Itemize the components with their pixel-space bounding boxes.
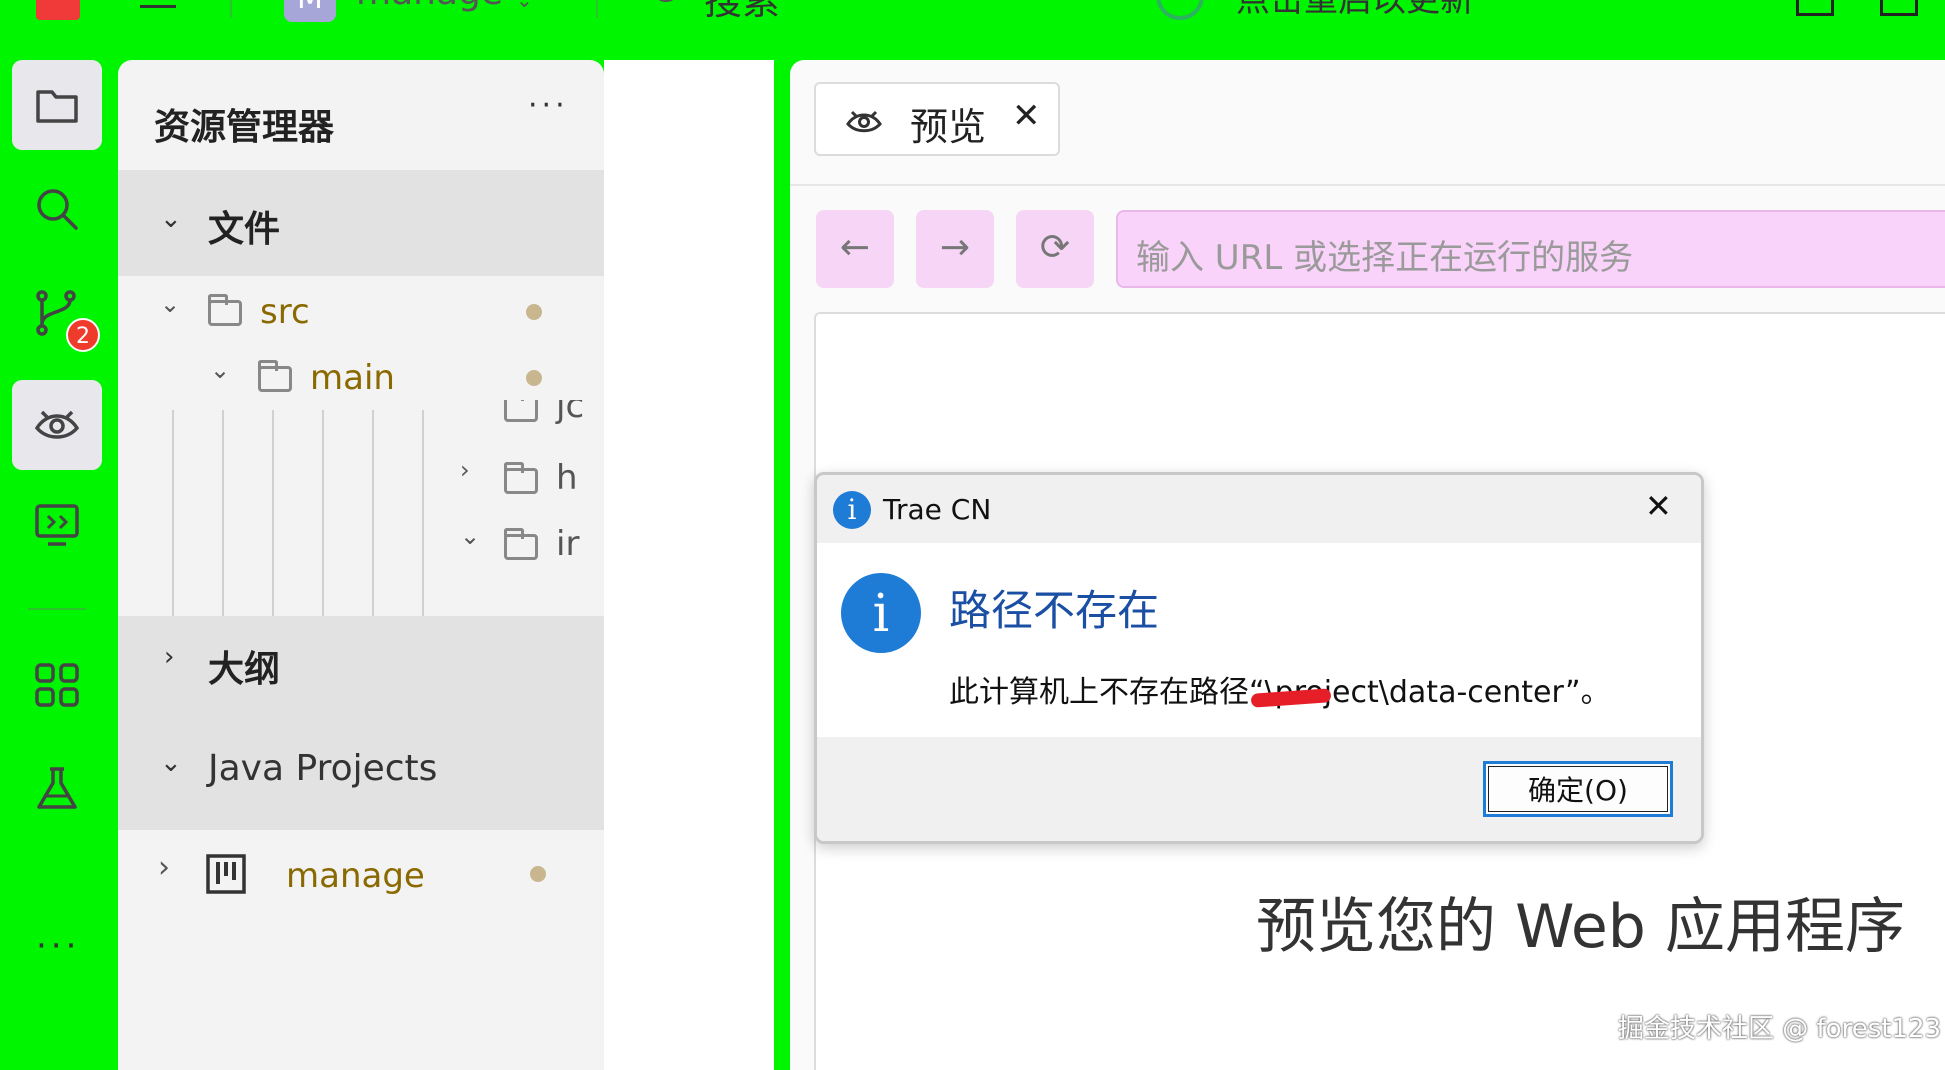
chevron-right-icon: ›: [164, 642, 175, 672]
section-outline-title: 大纲: [208, 649, 281, 690]
project-avatar[interactable]: M: [284, 0, 336, 22]
flask-icon: [37, 767, 77, 809]
search-icon: [37, 189, 78, 230]
tree-item-jc[interactable]: jc: [118, 400, 604, 430]
extensions-grid-icon: [35, 663, 79, 707]
editor-area: [604, 60, 774, 1070]
chevron-right-icon: ›: [460, 456, 470, 484]
activity-bar: 2 ···: [0, 60, 118, 1070]
activity-remote[interactable]: [12, 480, 102, 570]
explorer-header: 资源管理器 ···: [118, 60, 604, 170]
layout-toggle-icon[interactable]: [1796, 0, 1834, 16]
tree-item-label: h: [556, 458, 578, 498]
ok-button-label: 确定(O): [1528, 774, 1628, 807]
nav-forward-icon[interactable]: ›: [1720, 0, 1731, 9]
eye-preview-icon: [34, 410, 80, 439]
restart-to-update-button[interactable]: 点击重启以更新: [1236, 0, 1474, 21]
explorer-title: 资源管理器: [154, 107, 335, 148]
folder-open-icon: [258, 360, 292, 392]
modified-dot: [530, 866, 546, 882]
app-logo-icon: [36, 0, 80, 20]
error-dialog: i Trae CN ✕ i 路径不存在 此计算机上不存在路径“\project\…: [814, 472, 1704, 844]
dialog-heading: 路径不存在: [949, 586, 1160, 635]
info-icon: i: [833, 491, 871, 529]
java-project-icon: [206, 854, 246, 894]
remote-explorer-icon: [35, 504, 79, 546]
reload-button[interactable]: ⟳: [1016, 210, 1094, 288]
divider: [596, 0, 598, 18]
ok-button[interactable]: 确定(O): [1483, 761, 1673, 817]
folder-open-icon: [504, 528, 538, 560]
chevron-right-icon: ›: [158, 850, 170, 885]
section-java-projects[interactable]: ⌄ Java Projects: [118, 712, 604, 830]
section-outline[interactable]: › 大纲: [118, 616, 604, 712]
divider: [230, 0, 232, 18]
section-java-projects-title: Java Projects: [208, 748, 438, 789]
close-icon[interactable]: ✕: [1012, 96, 1041, 136]
arrow-left-icon: ←: [839, 227, 871, 268]
tree-item-h[interactable]: › h: [118, 446, 604, 512]
chevron-down-icon: ⌄: [160, 204, 182, 234]
chevron-down-icon[interactable]: ⌄: [516, 0, 533, 12]
tree-item-ir[interactable]: ⌄ ir: [118, 512, 604, 578]
tab-preview-label: 预览: [910, 105, 987, 149]
dialog-title: Trae CN: [883, 493, 992, 526]
more-icon[interactable]: ···: [36, 926, 80, 966]
tab-strip-border: [790, 184, 1945, 186]
explorer-more-button[interactable]: ···: [528, 88, 569, 123]
activity-extensions[interactable]: [12, 640, 102, 730]
activity-explorer[interactable]: [12, 60, 102, 150]
refresh-icon: ⟳: [1039, 227, 1071, 268]
activity-search[interactable]: [12, 164, 102, 254]
dialog-titlebar: i Trae CN ✕: [817, 475, 1701, 543]
arrow-right-icon: →: [939, 227, 971, 268]
tree-item-src[interactable]: ⌄ src: [118, 278, 604, 344]
folder-icon: [504, 400, 538, 422]
activity-preview[interactable]: [12, 380, 102, 470]
panel-toggle-icon[interactable]: [1880, 0, 1918, 16]
preview-empty-title: 预览您的 Web 应用程序: [1256, 892, 1905, 962]
chevron-down-icon: ⌄: [210, 356, 231, 384]
explorer-panel: 资源管理器 ··· ⌄ 文件 ⌄ src ⌄ main jc › h ⌄ ir: [118, 60, 604, 1070]
section-files[interactable]: ⌄ 文件: [118, 170, 604, 276]
project-name[interactable]: manage: [356, 0, 503, 13]
chevron-down-icon: ⌄: [460, 522, 481, 550]
url-placeholder: 输入 URL 或选择正在运行的服务: [1136, 238, 1634, 278]
search-icon[interactable]: [652, 0, 680, 2]
folder-open-icon: [208, 294, 242, 326]
activity-testing[interactable]: [12, 744, 102, 834]
title-bar: M manage ⌄ 搜索 点击重启以更新 ‹ ›: [0, 0, 1945, 60]
java-project-label: manage: [286, 856, 425, 896]
back-button[interactable]: ←: [816, 210, 894, 288]
chevron-down-icon: ⌄: [160, 748, 182, 778]
tree-item-label: jc: [556, 400, 585, 426]
hamburger-menu-icon[interactable]: [140, 0, 176, 10]
dialog-close-icon[interactable]: ✕: [1645, 487, 1672, 525]
tree-item-label: ir: [556, 524, 580, 564]
forward-button[interactable]: →: [916, 210, 994, 288]
section-files-title: 文件: [208, 209, 281, 250]
global-search-button[interactable]: 搜索: [704, 0, 780, 25]
modified-dot: [526, 370, 542, 386]
folder-icon: [36, 90, 78, 123]
activity-source-control[interactable]: 2: [12, 268, 102, 358]
tree-item-label: src: [260, 292, 310, 332]
update-shield-icon[interactable]: [1156, 0, 1204, 20]
java-project-manage[interactable]: › manage: [118, 836, 604, 912]
info-large-icon: i: [841, 573, 921, 653]
nav-back-icon[interactable]: ‹: [1614, 0, 1625, 9]
eye-preview-icon: [846, 110, 882, 133]
modified-dot: [526, 304, 542, 320]
tree-item-label: main: [310, 358, 395, 398]
tab-preview[interactable]: 预览 ✕: [814, 82, 1060, 156]
scm-badge: 2: [66, 318, 100, 352]
chevron-down-icon: ⌄: [160, 290, 181, 318]
watermark: 掘金技术社区 @ forest123: [1618, 1014, 1942, 1044]
activity-divider: [28, 608, 86, 610]
folder-icon: [504, 462, 538, 494]
